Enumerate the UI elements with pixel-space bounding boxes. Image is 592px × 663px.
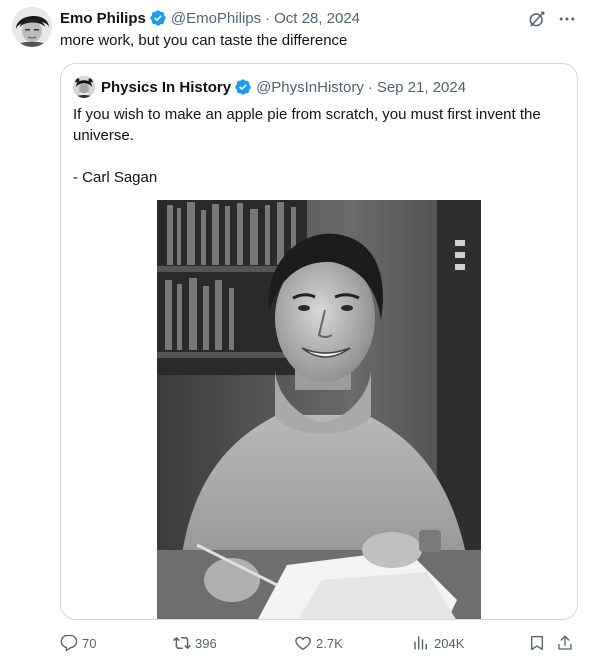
quote-date[interactable]: Sep 21, 2024 bbox=[377, 79, 466, 96]
quote-text-attribution: - Carl Sagan bbox=[73, 169, 158, 186]
quote-header: Physics In History @PhysInHistory · Sep … bbox=[73, 76, 466, 98]
quote-text: If you wish to make an apple pie from sc… bbox=[73, 104, 567, 188]
tweet-actions: 70 396 2.7K 204K bbox=[60, 631, 580, 655]
author-name[interactable]: Emo Philips bbox=[60, 10, 146, 27]
share-icon bbox=[558, 635, 572, 650]
tweet-text: more work, but you can taste the differe… bbox=[60, 32, 348, 49]
like-count: 2.7K bbox=[316, 635, 343, 651]
quote-photo[interactable] bbox=[157, 200, 481, 619]
verified-badge-icon bbox=[234, 78, 252, 96]
tweet-date[interactable]: Oct 28, 2024 bbox=[274, 10, 360, 27]
bookmark-button[interactable] bbox=[528, 631, 546, 655]
repost-icon bbox=[173, 636, 191, 650]
share-button[interactable] bbox=[556, 631, 574, 655]
reply-icon bbox=[60, 634, 78, 652]
like-icon bbox=[295, 636, 311, 651]
like-button[interactable]: 2.7K bbox=[294, 631, 343, 655]
quote-author-name[interactable]: Physics In History bbox=[101, 79, 231, 96]
quote-text-line: universe. bbox=[73, 127, 134, 144]
verified-badge-icon bbox=[149, 9, 167, 27]
quoted-tweet[interactable]: Physics In History @PhysInHistory · Sep … bbox=[60, 63, 578, 620]
views-button[interactable]: 204K bbox=[412, 631, 464, 655]
reply-button[interactable]: 70 bbox=[60, 631, 96, 655]
author-avatar[interactable] bbox=[12, 7, 52, 47]
separator-dot: · bbox=[265, 9, 271, 27]
author-handle[interactable]: @EmoPhilips bbox=[171, 10, 261, 27]
grok-icon[interactable] bbox=[526, 8, 548, 30]
tweet-header: Emo Philips @EmoPhilips · Oct 28, 2024 bbox=[60, 8, 360, 28]
views-count: 204K bbox=[434, 635, 465, 651]
bookmark-icon bbox=[531, 635, 543, 651]
more-icon[interactable] bbox=[556, 8, 578, 30]
repost-count: 396 bbox=[195, 635, 217, 651]
separator-dot: · bbox=[367, 78, 373, 96]
quote-text-line: If you wish to make an apple pie from sc… bbox=[73, 106, 541, 123]
top-actions bbox=[526, 8, 578, 30]
repost-button[interactable]: 396 bbox=[173, 631, 217, 655]
views-icon bbox=[414, 636, 427, 650]
quote-avatar bbox=[73, 76, 95, 98]
reply-count: 70 bbox=[82, 635, 97, 651]
quote-author-handle[interactable]: @PhysInHistory bbox=[256, 79, 364, 96]
